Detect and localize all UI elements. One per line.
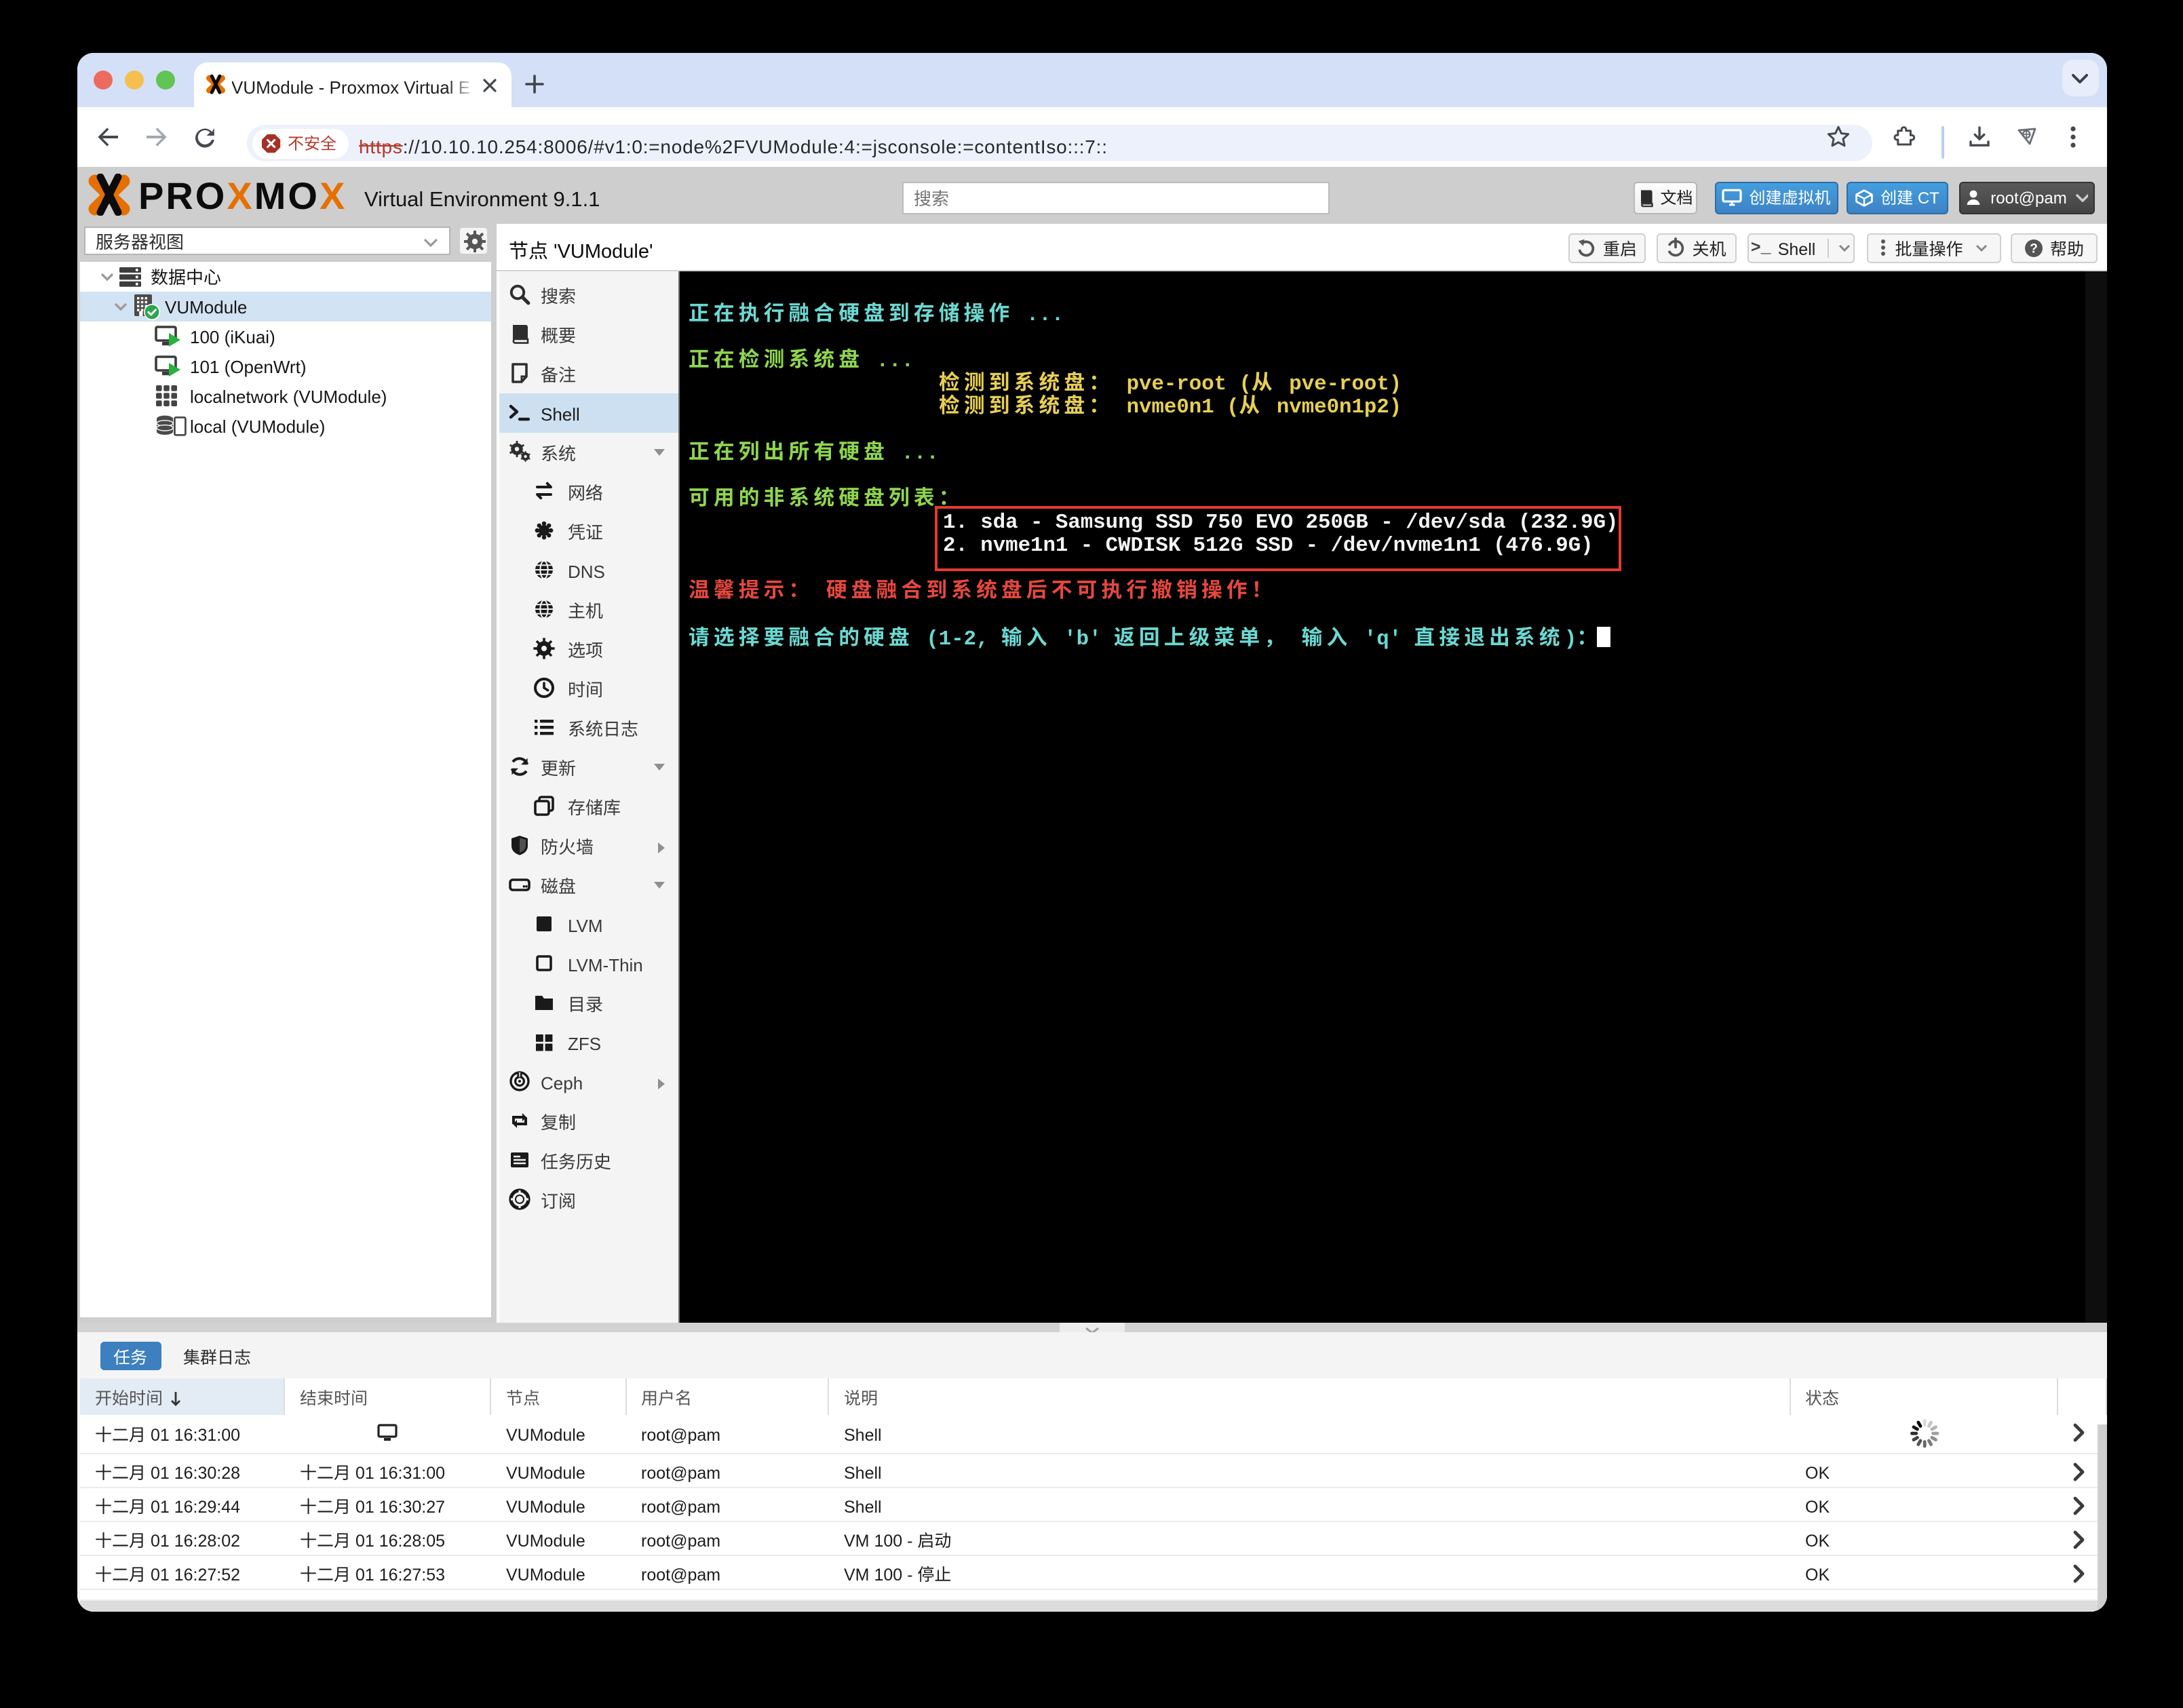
- svg-text:?: ?: [2030, 241, 2038, 255]
